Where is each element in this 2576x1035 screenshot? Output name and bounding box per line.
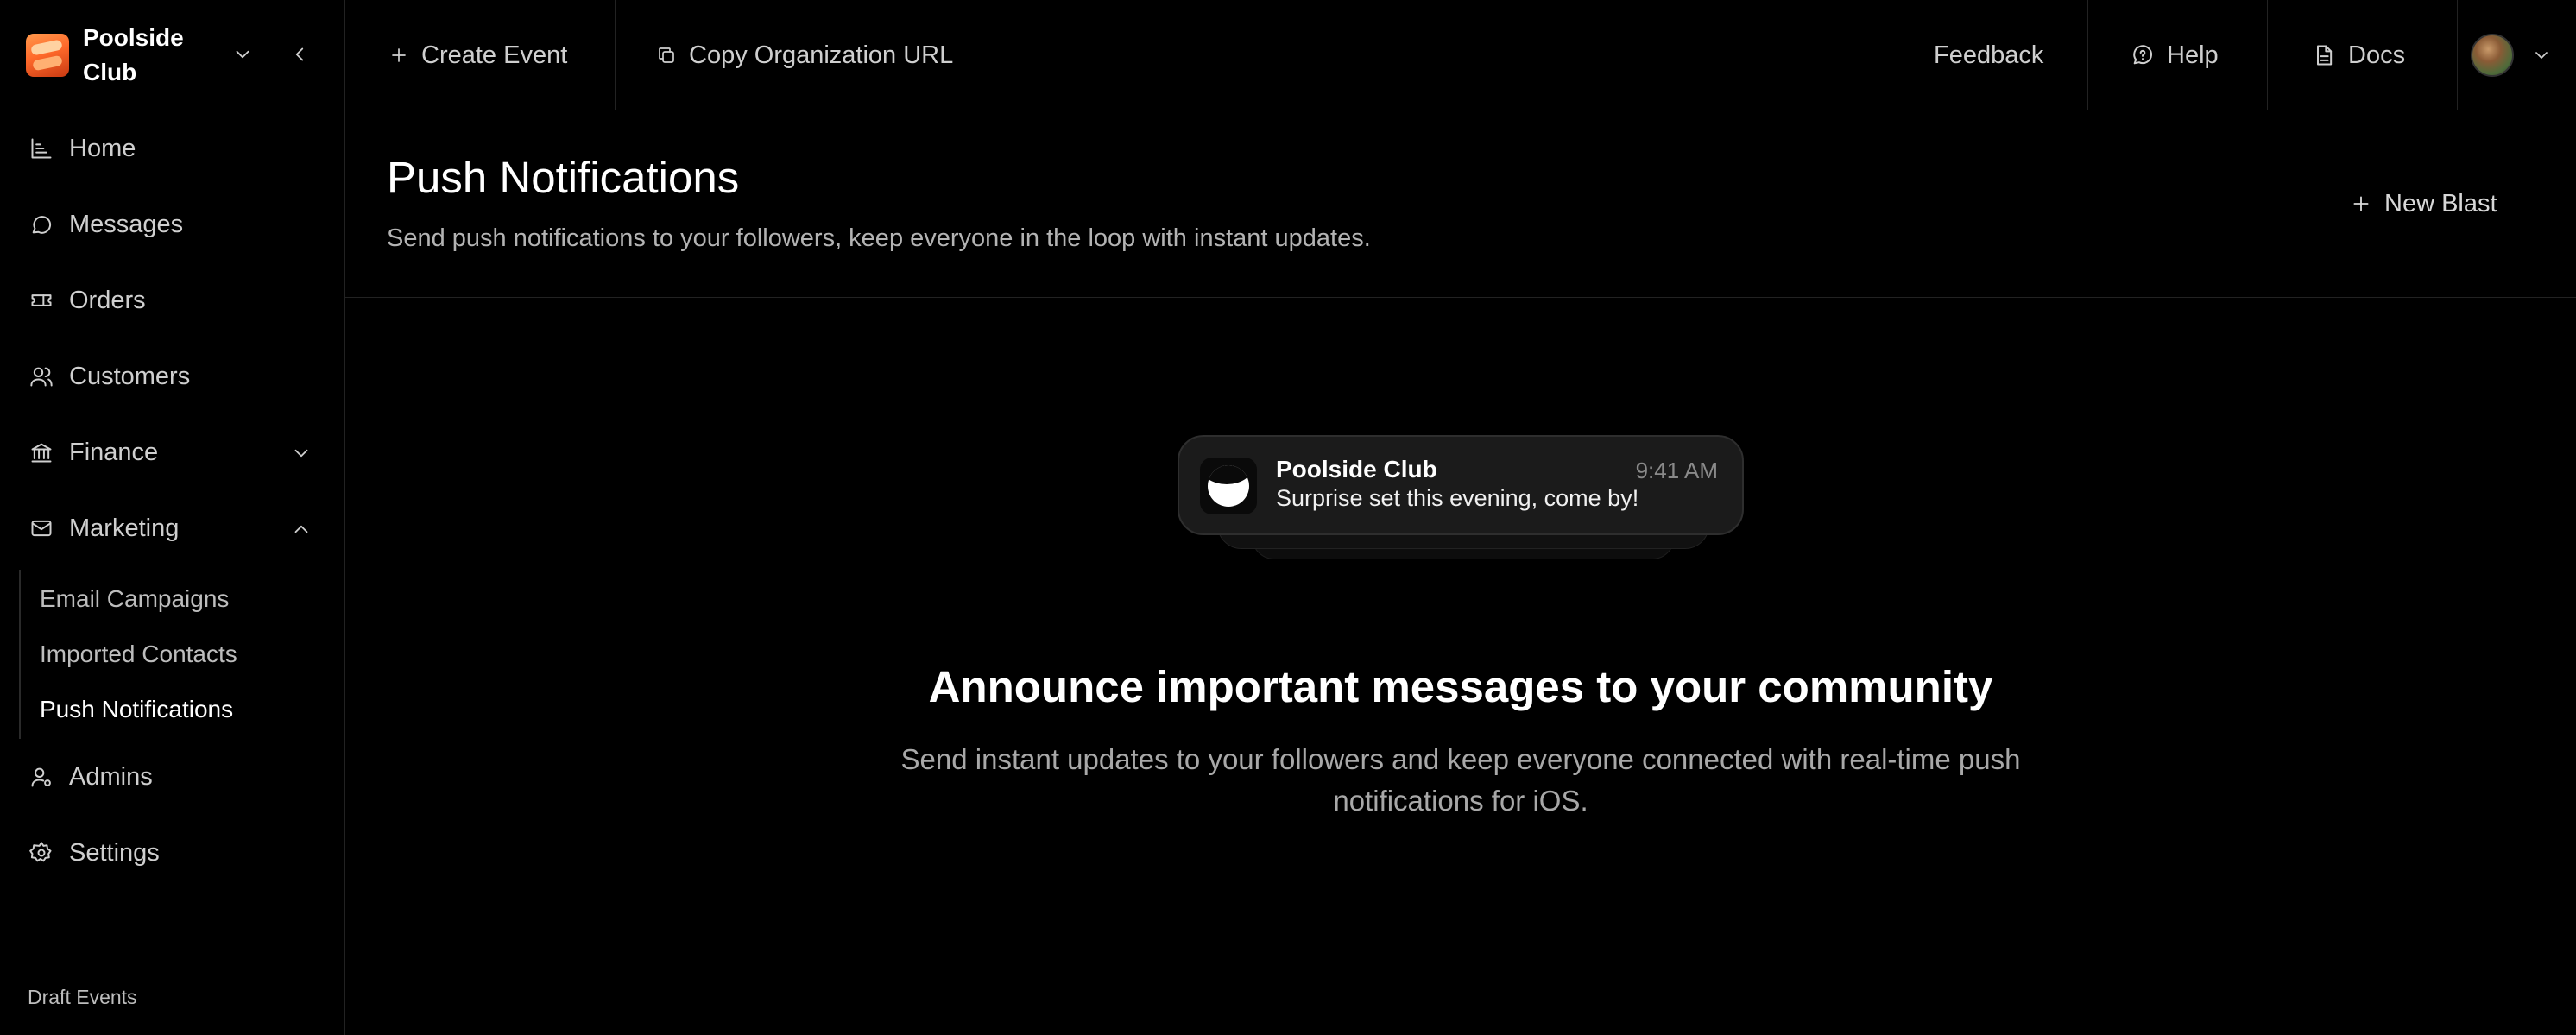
chevron-down-icon[interactable] — [290, 442, 313, 464]
help-button[interactable]: Help — [2131, 0, 2219, 110]
bank-icon — [28, 439, 55, 466]
message-bubble-icon — [28, 211, 55, 238]
feedback-button[interactable]: Feedback — [1934, 0, 2043, 110]
document-icon — [2312, 43, 2336, 67]
chevron-down-icon[interactable] — [231, 43, 254, 66]
sidebar-item-email-campaigns[interactable]: Email Campaigns — [40, 585, 229, 613]
admin-user-icon — [28, 763, 55, 791]
plus-icon — [388, 45, 409, 66]
draft-events-link[interactable]: Draft Events — [28, 986, 137, 1009]
avatar[interactable] — [2471, 34, 2514, 77]
help-label: Help — [2167, 41, 2219, 69]
notification-preview: Poolside Club 9:41 AM Surprise set this … — [1178, 435, 1744, 535]
divider — [615, 0, 616, 110]
page-title: Push Notifications — [387, 153, 740, 202]
top-bar: Create Event Copy Organization URL Feedb… — [345, 0, 2576, 110]
copy-organization-url-button[interactable]: Copy Organization URL — [656, 0, 953, 110]
sidebar-item-label: Admins — [69, 762, 153, 791]
divider — [2267, 0, 2268, 110]
collapse-sidebar-icon[interactable] — [288, 43, 311, 66]
sidebar-item-settings[interactable]: Settings — [0, 827, 345, 879]
sidebar-item-imported-contacts[interactable]: Imported Contacts — [40, 641, 237, 668]
chevron-down-icon[interactable] — [2531, 45, 2552, 66]
notification-app-name: Poolside Club — [1276, 456, 1437, 483]
app-icon — [1200, 458, 1257, 514]
sidebar-item-admins[interactable]: Admins — [0, 751, 345, 803]
empty-state-description: Send instant updates to your followers a… — [900, 743, 2021, 817]
sidebar-item-push-notifications[interactable]: Push Notifications — [40, 696, 233, 723]
sidebar-item-label: Marketing — [69, 514, 180, 542]
users-icon — [28, 363, 55, 390]
create-event-label: Create Event — [421, 41, 568, 69]
page-subtitle: Send push notifications to your follower… — [387, 224, 1371, 252]
feedback-label: Feedback — [1934, 41, 2044, 69]
copy-icon — [656, 45, 677, 66]
plus-icon — [2350, 192, 2372, 215]
docs-label: Docs — [2348, 41, 2406, 69]
create-event-button[interactable]: Create Event — [388, 0, 567, 110]
sidebar-item-home[interactable]: Home — [0, 123, 345, 174]
notification-message: Surprise set this evening, come by! — [1276, 485, 1639, 511]
sidebar-item-label: Messages — [69, 210, 184, 238]
divider — [2087, 0, 2088, 110]
ticket-icon — [28, 287, 55, 314]
sidebar-item-label: Orders — [69, 286, 146, 314]
organization-logo — [26, 33, 69, 77]
notification-time: 9:41 AM — [1635, 458, 1718, 483]
copy-url-label: Copy Organization URL — [689, 41, 954, 69]
sidebar-item-label: Settings — [69, 838, 160, 867]
divider — [345, 297, 2576, 298]
sidebar-item-label: Finance — [69, 438, 159, 466]
sidebar-item-label: Customers — [69, 362, 191, 390]
gear-icon — [28, 839, 55, 867]
chevron-up-icon[interactable] — [290, 518, 313, 540]
sidebar-item-customers[interactable]: Customers — [0, 350, 345, 402]
sidebar-item-finance[interactable]: Finance — [0, 426, 345, 478]
sidebar-item-label: Home — [69, 134, 136, 162]
help-circle-icon — [2131, 43, 2155, 67]
divider — [2457, 0, 2458, 110]
empty-state-title: Announce important messages to your comm… — [928, 662, 1993, 711]
new-blast-label: New Blast — [2384, 189, 2497, 218]
sidebar: Poolside Club Home Messages Orders Custo… — [0, 0, 345, 1035]
sidebar-item-messages[interactable]: Messages — [0, 199, 345, 250]
mail-icon — [28, 514, 55, 542]
sidebar-item-marketing[interactable]: Marketing — [0, 502, 345, 554]
organization-name: Poolside Club — [83, 23, 184, 85]
sidebar-item-orders[interactable]: Orders — [0, 275, 345, 326]
docs-button[interactable]: Docs — [2312, 0, 2405, 110]
new-blast-button[interactable]: New Blast — [2350, 183, 2497, 224]
chart-icon — [28, 135, 55, 162]
